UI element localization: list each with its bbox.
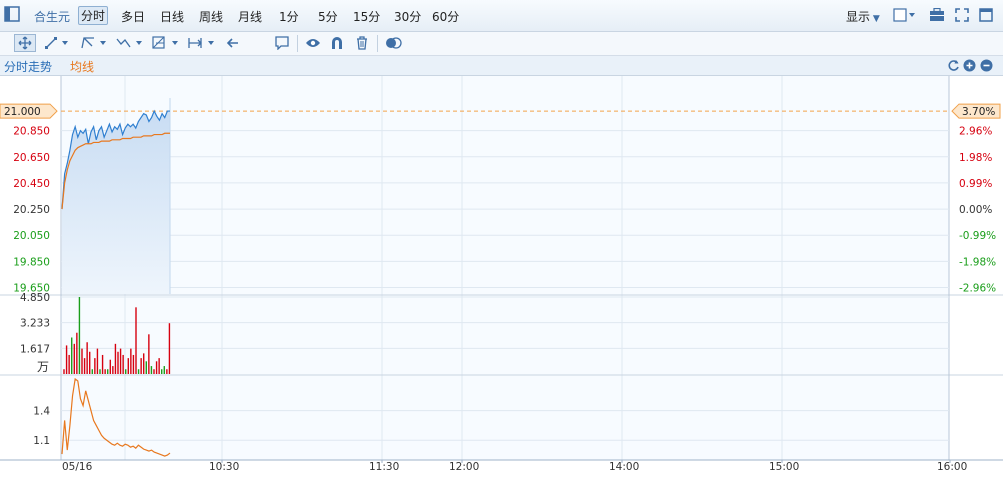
trash-icon[interactable] (355, 36, 369, 50)
line-tool-icon[interactable] (44, 36, 72, 50)
main-toolbar: 合生元 分时 多日 日线 周线 月线 1分 5分 15分 30分 60分 显示 … (0, 0, 1003, 32)
price-area-fill (62, 111, 170, 294)
tab-period-weekly[interactable]: 周线 (199, 8, 223, 25)
price-tick-label: 20.450 (13, 178, 50, 190)
volume-unit-label: 万 (37, 360, 49, 374)
tab-period-30min[interactable]: 30分 (394, 8, 421, 25)
time-tick-label: 10:30 (209, 461, 239, 473)
time-tick-label: 14:00 (609, 461, 639, 473)
time-tick-label: 15:00 (769, 461, 799, 473)
price-tick-label: 20.650 (13, 152, 50, 164)
volume-tick-label: 4.850 (20, 292, 50, 304)
volume-tick-label: 1.617 (20, 343, 50, 355)
time-tick-label: 16:00 (937, 461, 967, 473)
window-icon[interactable] (979, 8, 993, 22)
tab-period-multiday[interactable]: 多日 (121, 8, 145, 25)
pct-tick-label: 2.96% (959, 126, 992, 138)
display-label: 显示 (846, 10, 871, 24)
tab-period-1min[interactable]: 1分 (279, 8, 299, 25)
tab-period-5min[interactable]: 5分 (318, 8, 338, 25)
volume-tick-label: 3.233 (20, 318, 50, 330)
pct-tick-label: 0.00% (959, 204, 992, 216)
layout-select-icon[interactable] (893, 8, 917, 22)
tab-intraday[interactable]: 分时走势 (4, 58, 52, 75)
date-label: 05/16 (62, 461, 93, 473)
tab-period-daily[interactable]: 日线 (160, 8, 184, 25)
display-menu-button[interactable]: 显示 ▼ (846, 8, 880, 25)
toolbox-icon[interactable] (929, 8, 945, 22)
divider (297, 35, 298, 52)
current-price-label: 21.000 (4, 106, 41, 118)
tab-period-15min[interactable]: 15分 (353, 8, 380, 25)
pct-tick-label: 0.99% (959, 178, 992, 190)
comment-icon[interactable] (275, 36, 289, 50)
pct-tick-label: -0.99% (959, 230, 996, 242)
tab-period-monthly[interactable]: 月线 (238, 8, 262, 25)
refresh-icon[interactable] (947, 59, 960, 72)
pct-tick-label: -1.98% (959, 256, 996, 268)
crosshair-move-icon[interactable] (14, 34, 36, 52)
arrow-left-icon[interactable] (226, 36, 240, 50)
overlay-toggle-icon[interactable] (385, 36, 403, 50)
chart-canvas: 20.850 2.96% 20.650 1.98% 20.450 0.99% 20.250 0… (0, 76, 1003, 473)
chevron-down-icon: ▼ (870, 14, 880, 24)
plot-background (61, 76, 949, 460)
chart-tab-bar: 分时走势 均线 (0, 56, 1003, 76)
stock-name[interactable]: 合生元 (34, 8, 70, 25)
panel-toggle-icon[interactable] (4, 6, 20, 22)
indicator-tick-label: 1.1 (33, 435, 50, 447)
time-tick-label: 11:30 (369, 461, 399, 473)
price-tick-label: 20.250 (13, 204, 50, 216)
time-tick-label: 12:00 (449, 461, 479, 473)
eye-icon[interactable] (305, 37, 321, 49)
tab-period-intraday[interactable]: 分时 (78, 6, 109, 25)
measure-tool-icon[interactable] (188, 36, 218, 50)
zoom-in-icon[interactable] (963, 59, 976, 72)
tab-average-line[interactable]: 均线 (70, 58, 94, 75)
price-tick-label: 20.050 (13, 230, 50, 242)
channel-tool-icon[interactable] (80, 36, 110, 50)
pct-tick-label: -2.96% (959, 282, 996, 294)
tab-period-60min[interactable]: 60分 (432, 8, 459, 25)
intraday-chart[interactable]: 20.850 2.96% 20.650 1.98% 20.450 0.99% 20.250 0… (0, 76, 1003, 474)
magnet-icon[interactable] (330, 36, 344, 50)
wave-tool-icon[interactable] (116, 36, 146, 50)
indicator-tick-label: 1.4 (33, 406, 50, 418)
current-pct-label: 3.70% (962, 106, 995, 118)
zoom-out-icon[interactable] (980, 59, 993, 72)
pct-tick-label: 1.98% (959, 152, 992, 164)
divider (377, 35, 378, 52)
fullscreen-icon[interactable] (955, 8, 969, 22)
price-tick-label: 20.850 (13, 126, 50, 138)
fibonacci-tool-icon[interactable] (152, 35, 182, 51)
price-tick-label: 19.850 (13, 256, 50, 268)
drawing-toolbar: Aa (0, 32, 1003, 82)
